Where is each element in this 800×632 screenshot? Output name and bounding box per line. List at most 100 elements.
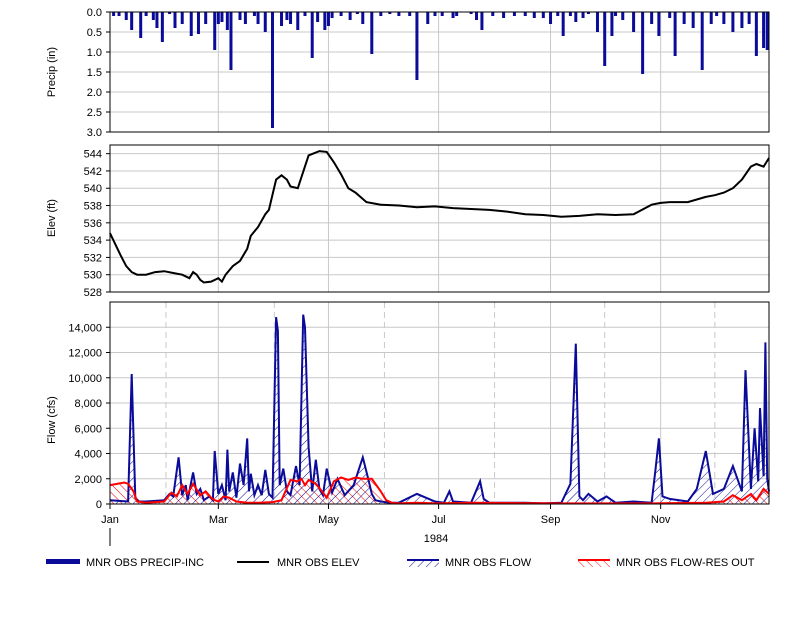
precip-bar-84 bbox=[731, 12, 735, 32]
precip-y-axis-label: Precip (in) bbox=[46, 47, 58, 97]
flow-xtick-label-0: Jan bbox=[101, 514, 119, 526]
flow-gridlines bbox=[110, 302, 769, 504]
precip-bar-41 bbox=[379, 12, 383, 16]
precip-bar-88 bbox=[762, 12, 766, 48]
elev-ytick-label-1: 530 bbox=[84, 270, 102, 282]
precip-bar-65 bbox=[581, 12, 585, 18]
precip-panel: 0.0 0.5 1.0 1.5 2.0 2.5 3.0 Precip (in) bbox=[46, 7, 770, 139]
precip-bar-49 bbox=[451, 12, 455, 18]
precip-bar-78 bbox=[682, 12, 686, 24]
elev-ytick-label-2: 532 bbox=[84, 252, 102, 264]
flow-ytick-label-6: 12,000 bbox=[68, 348, 102, 360]
precip-bar-45 bbox=[415, 12, 419, 80]
precip-bar-33 bbox=[323, 12, 327, 30]
elevation-y-ticks: 528 530 532 534 536 538 540 542 544 bbox=[84, 149, 110, 299]
precip-bar-39 bbox=[361, 12, 365, 24]
legend: MNR OBS PRECIP-INC MNR OBS ELEV MNR OBS … bbox=[46, 557, 755, 569]
precip-bar-61 bbox=[556, 12, 560, 16]
obs-flow-area bbox=[110, 314, 769, 504]
precip-bar-82 bbox=[715, 12, 719, 16]
precip-bar-34 bbox=[326, 12, 330, 26]
elev-ytick-label-0: 528 bbox=[84, 287, 102, 299]
precip-bar-30 bbox=[303, 12, 307, 16]
precip-bar-0 bbox=[112, 12, 116, 16]
precip-bar-55 bbox=[502, 12, 506, 18]
elev-ytick-label-3: 534 bbox=[84, 235, 102, 247]
flow-ytick-label-4: 8,000 bbox=[74, 398, 102, 410]
precip-bar-64 bbox=[574, 12, 578, 22]
legend-label-elev: MNR OBS ELEV bbox=[277, 557, 360, 569]
precip-ytick-label-1: 0.5 bbox=[87, 27, 102, 39]
flow-y-ticks: 0 2,000 4,000 6,000 8,000 10,000 12,000 14,000 bbox=[68, 322, 110, 511]
precip-bar-46 bbox=[426, 12, 430, 24]
precip-bar-15 bbox=[213, 12, 217, 50]
precip-bar-56 bbox=[512, 12, 516, 16]
precip-bar-12 bbox=[189, 12, 193, 36]
precip-bar-16 bbox=[216, 12, 220, 24]
precip-ytick-label-5: 2.5 bbox=[87, 107, 102, 119]
flow-ytick-label-7: 14,000 bbox=[68, 322, 102, 334]
precip-bar-67 bbox=[595, 12, 599, 32]
precip-bar-58 bbox=[532, 12, 536, 18]
precip-bar-87 bbox=[754, 12, 758, 56]
precip-bar-54 bbox=[491, 12, 495, 16]
precip-bar-19 bbox=[229, 12, 233, 70]
precip-bar-37 bbox=[348, 12, 352, 20]
precip-bar-72 bbox=[632, 12, 636, 32]
precip-bar-36 bbox=[339, 12, 343, 16]
flow-y-axis-label: Flow (cfs) bbox=[46, 396, 58, 444]
precip-ytick-label-3: 1.5 bbox=[87, 67, 102, 79]
obs-flow-line bbox=[109, 314, 770, 505]
precip-bar-25 bbox=[270, 12, 274, 128]
precip-bar-1 bbox=[117, 12, 121, 16]
flow-ytick-label-2: 4,000 bbox=[74, 449, 102, 461]
precip-bars bbox=[112, 12, 769, 128]
flow-x-ticks: Jan Mar May Jul Sep Nov bbox=[101, 504, 671, 526]
elevation-y-axis-label: Elev (ft) bbox=[46, 199, 58, 237]
precip-bar-77 bbox=[673, 12, 677, 56]
precip-bar-70 bbox=[614, 12, 618, 16]
precip-bar-79 bbox=[691, 12, 695, 28]
elevation-plot-frame bbox=[109, 144, 770, 293]
elev-ytick-label-4: 536 bbox=[84, 218, 102, 230]
flow-ytick-label-0: 0 bbox=[96, 499, 102, 511]
flow-xtick-label-2: May bbox=[318, 514, 339, 526]
flow-xtick-label-1: Mar bbox=[209, 514, 228, 526]
precip-bar-5 bbox=[144, 12, 148, 16]
precip-bar-71 bbox=[621, 12, 625, 20]
precip-bar-8 bbox=[160, 12, 164, 42]
legend-item-elev: MNR OBS ELEV bbox=[237, 557, 360, 569]
precip-bar-27 bbox=[285, 12, 289, 20]
precip-bar-81 bbox=[709, 12, 713, 24]
legend-swatch-res-out-hatch bbox=[578, 560, 610, 567]
precip-bar-89 bbox=[765, 12, 769, 50]
precip-bar-28 bbox=[289, 12, 293, 24]
precip-bar-22 bbox=[252, 12, 256, 16]
precip-bar-31 bbox=[310, 12, 314, 58]
precip-y-ticks: 0.0 0.5 1.0 1.5 2.0 2.5 3.0 bbox=[87, 7, 110, 139]
precip-bar-6 bbox=[151, 12, 155, 20]
flow-panel: 02,0004,0006,0008,00010,00012,00014,000 … bbox=[46, 301, 770, 546]
precip-bar-35 bbox=[330, 12, 334, 18]
legend-item-precip: MNR OBS PRECIP-INC bbox=[46, 557, 204, 569]
precip-bar-60 bbox=[549, 12, 553, 24]
precip-bar-52 bbox=[475, 12, 479, 20]
precip-bar-44 bbox=[408, 12, 412, 16]
precip-bar-20 bbox=[238, 12, 242, 20]
precip-bar-76 bbox=[668, 12, 672, 18]
elev-ytick-label-8: 544 bbox=[84, 149, 102, 161]
precip-bar-32 bbox=[316, 12, 320, 22]
precip-bar-83 bbox=[722, 12, 726, 24]
precip-ytick-label-4: 2.0 bbox=[87, 87, 102, 99]
precip-bar-85 bbox=[740, 12, 744, 28]
precip-bar-80 bbox=[700, 12, 704, 70]
precip-bar-29 bbox=[296, 12, 300, 30]
precip-bar-59 bbox=[541, 12, 545, 18]
precip-bar-17 bbox=[220, 12, 224, 22]
precip-bar-47 bbox=[433, 12, 437, 16]
precip-bar-2 bbox=[124, 12, 128, 20]
precip-bar-57 bbox=[523, 12, 527, 16]
precip-bar-21 bbox=[243, 12, 247, 24]
precip-bar-14 bbox=[204, 12, 208, 24]
legend-swatch-precip bbox=[46, 559, 80, 564]
